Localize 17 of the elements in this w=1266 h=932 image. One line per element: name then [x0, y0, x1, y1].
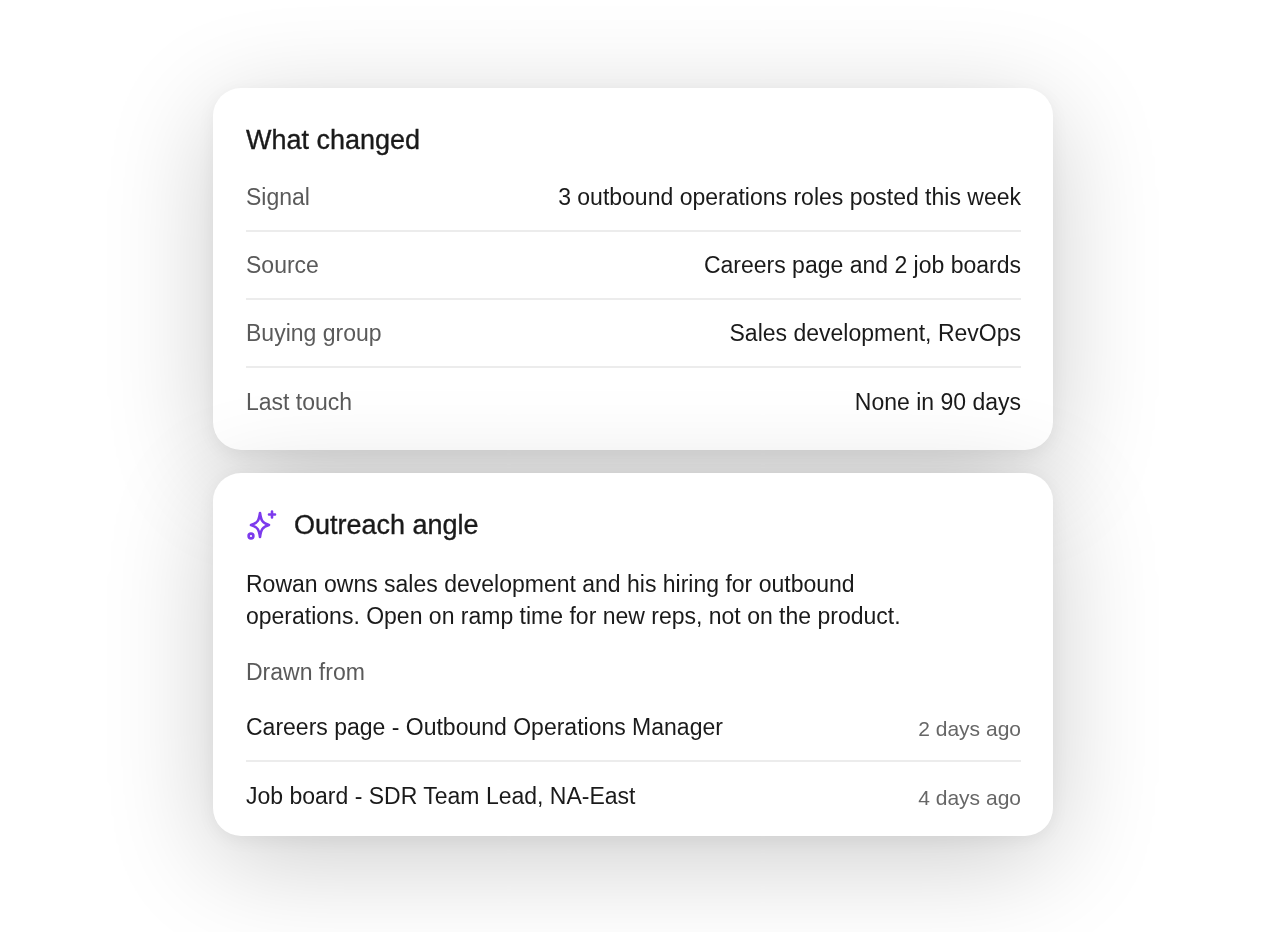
field-value: None in 90 days [854, 388, 1021, 416]
card-title: What changed [246, 124, 421, 157]
field-value: Careers page and 2 job boards [703, 251, 1021, 279]
field-label: Last touch [246, 388, 353, 416]
source-age: 2 days ago [918, 716, 1021, 741]
field-value: Sales development, RevOps [729, 319, 1021, 347]
card-title: Outreach angle [294, 509, 479, 542]
source-title: Job board - SDR Team Lead, NA-East [246, 782, 636, 810]
source-age: 4 days ago [918, 785, 1021, 810]
field-label: Signal [246, 183, 310, 211]
sources-label: Drawn from [246, 658, 365, 687]
outreach-text: Rowan owns sales development and his hiring for outbound operations. Open on ramp time for new reps, not on the product. [246, 570, 902, 631]
source-title: Careers page - Outbound Operations Manager [246, 713, 723, 741]
field-label: Source [246, 251, 319, 279]
sparkle-icon [246, 509, 278, 541]
field-label: Buying group [246, 319, 382, 347]
field-value: 3 outbound operations roles posted this week [558, 183, 1021, 211]
